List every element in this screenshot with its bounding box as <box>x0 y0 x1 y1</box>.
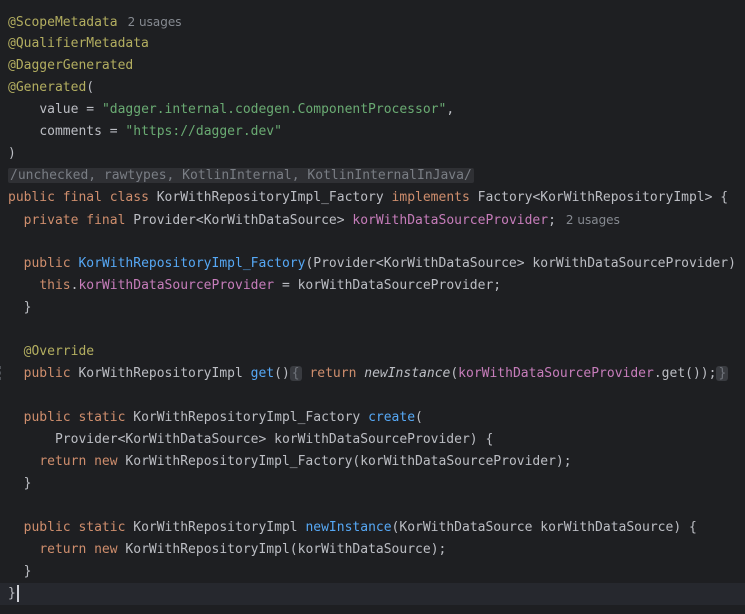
type-name: KorWithRepositoryImpl <box>133 520 298 535</box>
close-brace: } <box>8 586 16 601</box>
code-line[interactable]: return new KorWithRepositoryImpl(korWith… <box>0 539 745 561</box>
usages-hint[interactable]: 2 usages <box>128 15 182 29</box>
fold-close-brace[interactable]: } <box>716 366 729 381</box>
arg-name: comments <box>39 124 102 139</box>
param-name: korWithDataSource <box>297 542 431 557</box>
annotation: @Generated <box>8 80 87 95</box>
usages-hint[interactable]: 2 usages <box>566 213 620 227</box>
method-call: newInstance <box>364 366 451 381</box>
code-line[interactable]: public KorWithRepositoryImpl get(){ retu… <box>0 363 745 385</box>
arg-name: value <box>39 102 79 117</box>
class-name: KorWithRepositoryImpl_Factory <box>156 190 384 205</box>
type-name: KorWithRepositoryImpl_Factory <box>125 454 353 469</box>
code-line[interactable]: value = "dagger.internal.codegen.Compone… <box>0 99 745 121</box>
code-line[interactable]: /unchecked, rawtypes, KotlinInternal, Ko… <box>0 165 745 187</box>
annotation: @Override <box>23 344 95 359</box>
code-line[interactable]: private final Provider<KorWithDataSource… <box>0 209 745 231</box>
type-name: Factory<KorWithRepositoryImpl> <box>477 190 713 205</box>
code-line[interactable]: @Override <box>0 341 745 363</box>
code-line[interactable]: public static KorWithRepositoryImpl newI… <box>0 517 745 539</box>
code-line[interactable]: @QualifierMetadata <box>0 33 745 55</box>
param-name: korWithDataSourceProvider <box>274 432 470 447</box>
method-name: get <box>250 366 275 381</box>
code-line[interactable]: } <box>0 297 745 319</box>
string-literal: "dagger.internal.codegen.ComponentProces… <box>101 102 447 117</box>
annotation: @DaggerGenerated <box>8 58 134 73</box>
annotation: @ScopeMetadata <box>8 15 118 30</box>
type-name: Provider<KorWithDataSource> <box>54 432 267 447</box>
gutter-fold-marker[interactable] <box>0 366 4 380</box>
string-literal: "https://dagger.dev" <box>125 124 282 139</box>
param-name: korWithDataSourceProvider <box>297 278 494 293</box>
punctuation: ( <box>86 80 95 95</box>
code-line[interactable]: return new KorWithRepositoryImpl_Factory… <box>0 451 745 473</box>
code-line[interactable]: } <box>0 473 745 495</box>
type-name: KorWithDataSource <box>399 520 533 535</box>
fold-open-brace[interactable]: { <box>289 366 302 381</box>
code-line-current[interactable]: } <box>0 583 745 605</box>
text-cursor <box>16 585 19 602</box>
code-line[interactable]: public KorWithRepositoryImpl_Factory(Pro… <box>0 253 745 275</box>
field-name: korWithDataSourceProvider <box>458 366 654 381</box>
constructor-name: KorWithRepositoryImpl_Factory <box>78 256 306 271</box>
type-name: KorWithRepositoryImpl <box>78 366 243 381</box>
method-name: create <box>368 410 416 425</box>
field-name: korWithDataSourceProvider <box>78 278 275 293</box>
code-line[interactable]: comments = "https://dagger.dev" <box>0 121 745 143</box>
type-name: Provider<KorWithDataSource> <box>133 213 345 228</box>
annotation: @QualifierMetadata <box>8 36 149 51</box>
method-name: newInstance <box>305 520 392 535</box>
code-line[interactable]: public static KorWithRepositoryImpl_Fact… <box>0 407 745 429</box>
code-line[interactable]: this.korWithDataSourceProvider = korWith… <box>0 275 745 297</box>
code-line[interactable]: @DaggerGenerated <box>0 55 745 77</box>
type-name: KorWithRepositoryImpl_Factory <box>133 410 361 425</box>
code-line[interactable]: } <box>0 561 745 583</box>
param-name: korWithDataSourceProvider <box>360 454 556 469</box>
code-line[interactable]: Provider<KorWithDataSource> korWithDataS… <box>0 429 745 451</box>
code-line[interactable]: @ScopeMetadata 2 usages <box>0 11 745 33</box>
type-name: Provider<KorWithDataSource> <box>313 256 525 271</box>
code-line[interactable]: public final class KorWithRepositoryImpl… <box>0 187 745 209</box>
code-line[interactable] <box>0 231 745 253</box>
folded-suppress-warnings[interactable]: /unchecked, rawtypes, KotlinInternal, Ko… <box>8 168 474 183</box>
param-name: korWithDataSourceProvider <box>532 256 729 271</box>
field-name: korWithDataSourceProvider <box>352 213 549 228</box>
open-brace: { <box>720 190 729 205</box>
code-editor[interactable]: @ScopeMetadata 2 usages @QualifierMetadat… <box>0 0 745 614</box>
code-line[interactable]: @Generated( <box>0 77 745 99</box>
param-name: korWithDataSource <box>540 520 674 535</box>
punctuation: ) <box>8 146 16 161</box>
code-line[interactable] <box>0 495 745 517</box>
method-call: get <box>661 366 686 381</box>
code-line[interactable]: ) <box>0 143 745 165</box>
code-line[interactable] <box>0 385 745 407</box>
type-name: KorWithRepositoryImpl <box>125 542 290 557</box>
code-line[interactable] <box>0 319 745 341</box>
